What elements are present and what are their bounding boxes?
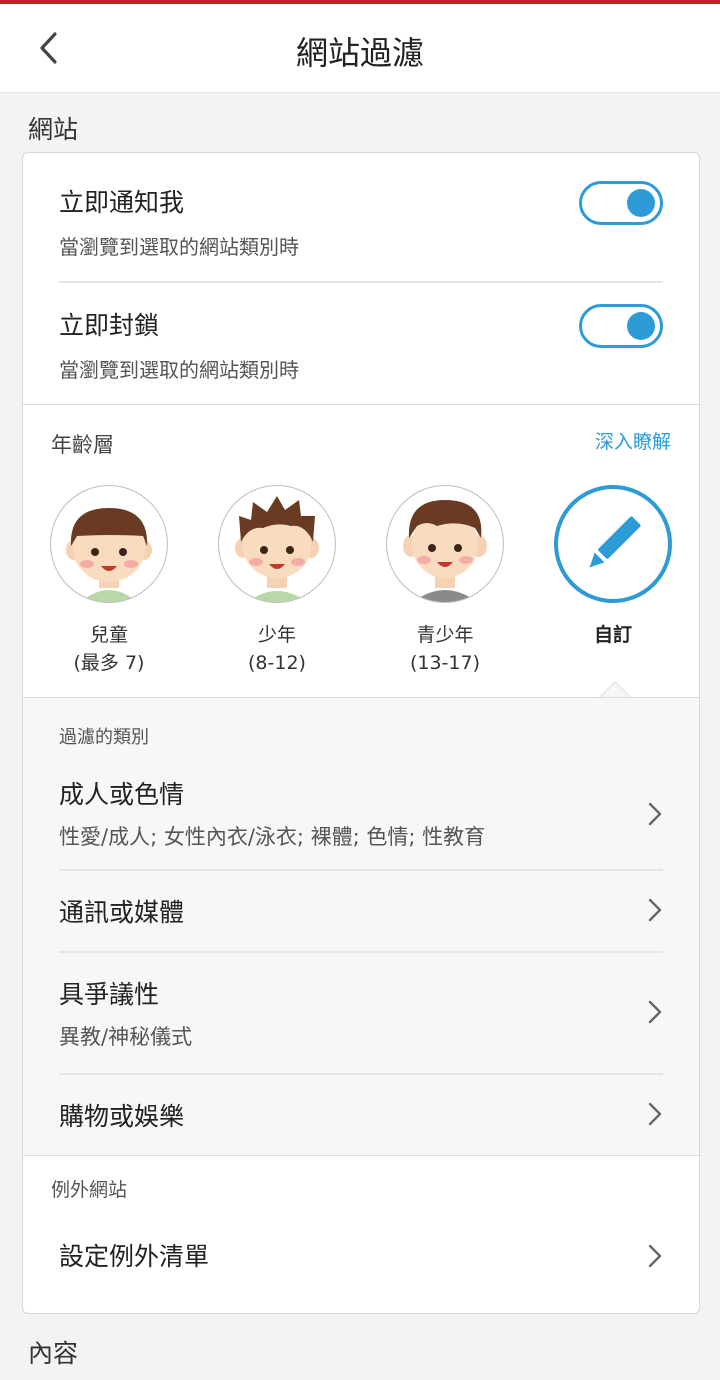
- age-option-child[interactable]: 兒童 (最多 7): [49, 485, 169, 677]
- block-now-subtitle: 當瀏覽到選取的網站類別時: [59, 358, 299, 382]
- chevron-right-icon: [648, 1244, 662, 1268]
- age-group-label: 年齡層: [51, 433, 114, 457]
- chevron-right-icon: [648, 1000, 662, 1024]
- category-communication-media[interactable]: 通訊或媒體: [59, 871, 663, 951]
- category-title: 購物或娛樂: [59, 1102, 185, 1131]
- category-subtitle: 異教/神秘儀式: [59, 1025, 193, 1049]
- age-option-tween[interactable]: 少年 (8-12): [217, 485, 337, 677]
- website-settings-card: 立即通知我 當瀏覽到選取的網站類別時 立即封鎖 當瀏覽到選取的網站類別時 年齡層…: [22, 152, 700, 1314]
- age-option-name: 自訂: [593, 624, 632, 646]
- category-title: 具爭議性: [59, 980, 160, 1009]
- teen-face-icon: [403, 500, 487, 602]
- notify-me-row: 立即通知我 當瀏覽到選取的網站類別時: [59, 153, 663, 275]
- notify-me-toggle[interactable]: [579, 181, 663, 225]
- filtered-categories-heading: 過濾的類別: [59, 727, 149, 748]
- child-face-icon: [66, 508, 152, 602]
- age-option-range: (最多 7): [73, 652, 145, 674]
- set-exception-list-row[interactable]: 設定例外清單: [59, 1221, 663, 1291]
- pencil-icon: [589, 516, 641, 568]
- block-now-toggle[interactable]: [579, 304, 663, 348]
- category-adult[interactable]: 成人或色情 性愛/成人; 女性內衣/泳衣; 裸體; 色情; 性教育: [59, 763, 663, 869]
- exception-list-title: 設定例外清單: [59, 1242, 210, 1271]
- custom-circle: [554, 485, 672, 603]
- category-title: 成人或色情: [59, 780, 185, 809]
- chevron-right-icon: [648, 1102, 662, 1126]
- block-now-row: 立即封鎖 當瀏覽到選取的網站類別時: [59, 276, 663, 398]
- chevron-right-icon: [648, 802, 662, 826]
- section-label-content: 內容: [28, 1339, 79, 1368]
- age-option-name: 少年: [257, 624, 296, 646]
- chevron-right-icon: [648, 898, 662, 922]
- age-option-name: 兒童: [89, 624, 128, 646]
- section-label-website: 網站: [28, 115, 79, 144]
- tween-avatar: [218, 485, 336, 603]
- divider: [23, 404, 699, 405]
- age-option-range: (13-17): [409, 652, 481, 674]
- notify-me-subtitle: 當瀏覽到選取的網站類別時: [59, 235, 299, 259]
- toggle-knob: [627, 189, 655, 217]
- filtered-categories-panel: 過濾的類別 成人或色情 性愛/成人; 女性內衣/泳衣; 裸體; 色情; 性教育 …: [23, 697, 699, 1155]
- tween-face-icon: [235, 496, 319, 602]
- selected-indicator-caret: [599, 681, 631, 698]
- age-option-name: 青少年: [416, 624, 474, 646]
- block-now-title: 立即封鎖: [59, 311, 160, 340]
- category-title: 通訊或媒體: [59, 898, 185, 927]
- age-option-range: (8-12): [248, 652, 306, 674]
- exception-sites-label: 例外網站: [51, 1179, 128, 1201]
- child-avatar: [50, 485, 168, 603]
- category-shopping-entertainment[interactable]: 購物或娛樂: [59, 1075, 663, 1155]
- page-title: 網站過濾: [295, 34, 424, 72]
- learn-more-link[interactable]: 深入瞭解: [595, 427, 671, 454]
- teen-avatar: [386, 485, 504, 603]
- category-subtitle: 性愛/成人; 女性內衣/泳衣; 裸體; 色情; 性教育: [59, 825, 486, 849]
- category-controversial[interactable]: 具爭議性 異教/神秘儀式: [59, 953, 663, 1073]
- app-header: 網站過濾: [0, 4, 720, 93]
- notify-me-title: 立即通知我: [59, 188, 185, 217]
- divider: [23, 697, 699, 698]
- toggle-knob: [627, 312, 655, 340]
- age-option-custom[interactable]: 自訂: [553, 485, 673, 649]
- divider: [23, 1155, 699, 1156]
- age-option-teen[interactable]: 青少年 (13-17): [385, 485, 505, 677]
